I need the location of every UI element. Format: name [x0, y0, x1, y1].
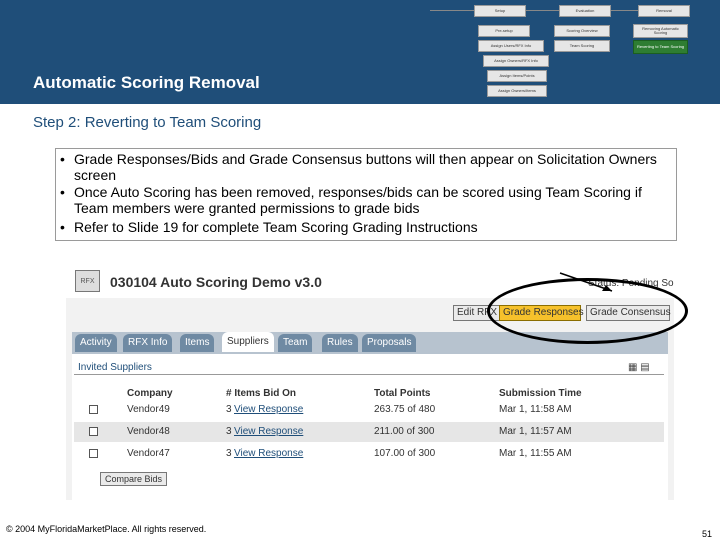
flow-box-assign-owners-rfx: Assign Owners/RFX Info	[483, 55, 549, 67]
panel-title: Invited Suppliers	[78, 362, 152, 373]
view-response-link[interactable]: View Response	[234, 404, 303, 415]
table-row: Vendor49 3 View Response 263.75 of 480 M…	[74, 400, 664, 420]
flow-box-assign-users: Assign Users/RFX Info	[478, 40, 544, 52]
table-row: Vendor47 3 View Response 107.00 of 300 M…	[74, 444, 664, 464]
tab-rfx-info[interactable]: RFX Info	[123, 334, 173, 352]
rfx-title: 030104 Auto Scoring Demo v3.0	[110, 274, 322, 290]
row-checkbox[interactable]	[89, 427, 98, 436]
flow-box-pre-setup: Pre-setup	[478, 25, 530, 37]
highlight-ellipse	[487, 278, 688, 344]
step-heading: Step 2: Reverting to Team Scoring	[33, 114, 262, 131]
view-response-link[interactable]: View Response	[234, 426, 303, 437]
tab-rules[interactable]: Rules	[322, 334, 358, 352]
flow-box-team-scoring: Team Scoring	[554, 40, 610, 52]
grid-view-icon[interactable]: ▦ ▤	[628, 362, 650, 373]
view-response-link[interactable]: View Response	[234, 448, 303, 459]
page-number: 51	[702, 529, 713, 539]
bullet-dot-icon: •	[60, 151, 65, 167]
suppliers-panel: Invited Suppliers ▦ ▤ Company # Items Bi…	[72, 352, 668, 500]
table-row: Vendor48 3 View Response 211.00 of 300 M…	[74, 422, 664, 442]
bullet-item: • Once Auto Scoring has been removed, re…	[60, 184, 642, 216]
slide-header: Automatic Scoring Removal	[0, 0, 720, 104]
bullet-item: • Grade Responses/Bids and Grade Consens…	[60, 151, 657, 183]
tab-suppliers[interactable]: Suppliers	[222, 332, 274, 352]
flow-box-assign-items: Assign Items/Points	[487, 70, 547, 82]
flow-box-evaluation: Evaluation	[559, 5, 611, 17]
tab-activity[interactable]: Activity	[75, 334, 117, 352]
column-header-company: Company	[127, 388, 173, 399]
column-header-time: Submission Time	[499, 388, 582, 399]
bullet-dot-icon: •	[60, 184, 65, 200]
tab-items[interactable]: Items	[180, 334, 215, 352]
column-header-points: Total Points	[374, 388, 431, 399]
tab-proposals[interactable]: Proposals	[362, 334, 417, 352]
flow-box-scoring-overview: Scoring Overview	[554, 25, 610, 37]
copyright-text: © 2004 MyFloridaMarketPlace. All rights …	[6, 524, 207, 534]
slide-title: Automatic Scoring Removal	[33, 73, 260, 92]
column-header-items: # Items Bid On	[226, 388, 297, 399]
tab-team[interactable]: Team	[278, 334, 313, 352]
flow-box-assign-owners-items: Assign Owners/Items	[487, 85, 547, 97]
flow-box-removal: Removal	[638, 5, 690, 17]
row-checkbox[interactable]	[89, 405, 98, 414]
flow-box-setup: Setup	[474, 5, 526, 17]
panel-divider	[74, 374, 664, 375]
compare-bids-button[interactable]: Compare Bids	[100, 472, 168, 486]
bullet-dot-icon: •	[60, 219, 65, 235]
flow-box-reverting: Reverting to Team Scoring	[633, 40, 688, 54]
bullet-item: • Refer to Slide 19 for complete Team Sc…	[60, 219, 478, 235]
flow-box-removing-auto: Removing Automatic Scoring	[633, 24, 688, 38]
rfx-logo-icon: RFX	[75, 270, 100, 292]
bullet-box: • Grade Responses/Bids and Grade Consens…	[55, 148, 677, 241]
row-checkbox[interactable]	[89, 449, 98, 458]
